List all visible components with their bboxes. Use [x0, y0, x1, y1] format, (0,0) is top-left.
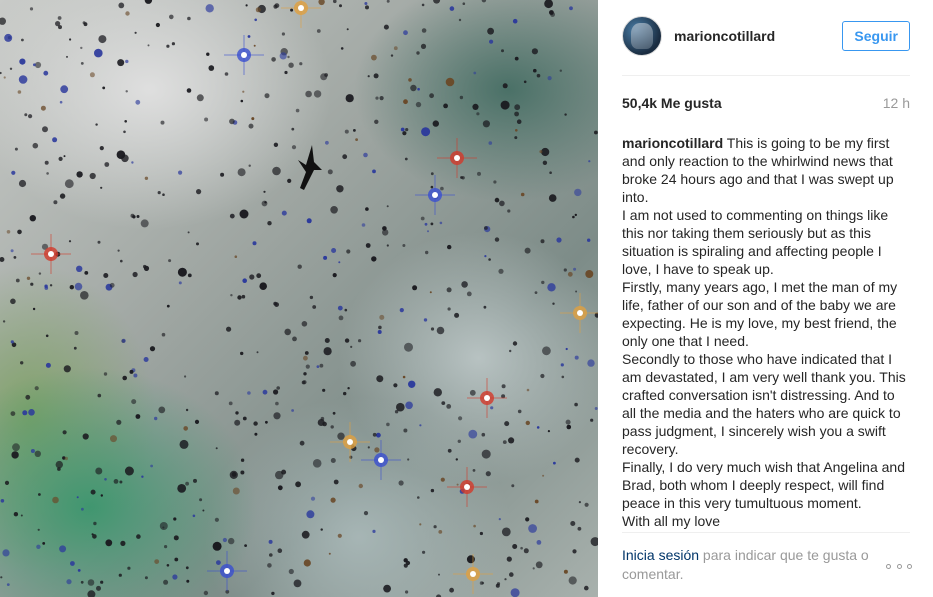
caption-paragraph: With all my love: [622, 513, 721, 529]
login-prompt: Inicia sesión para indicar que te gusta …: [622, 546, 882, 584]
caption: marioncotillard This is going to be my f…: [622, 134, 912, 530]
login-link[interactable]: Inicia sesión: [622, 547, 699, 563]
caption-divider: [622, 532, 910, 533]
bird-silhouette: [298, 145, 322, 190]
caption-paragraph: Finally, I do very much wish that Angeli…: [622, 459, 906, 511]
avatar[interactable]: [622, 16, 662, 56]
post-time[interactable]: 12 h: [883, 95, 910, 111]
follow-button[interactable]: Seguir: [842, 21, 910, 51]
likes-row: 50,4k Me gusta 12 h: [622, 95, 910, 111]
post-sidebar: marioncotillard Seguir 50,4k Me gusta 12…: [598, 0, 933, 597]
caption-paragraph: Secondly to those who have indicated tha…: [622, 351, 906, 457]
post-photo[interactable]: [0, 0, 598, 597]
header-divider: [622, 75, 910, 76]
caption-paragraph: marioncotillard This is going to be my f…: [622, 134, 912, 206]
post-header: marioncotillard Seguir: [622, 16, 910, 56]
caption-paragraph: I am not used to commenting on things li…: [622, 207, 889, 277]
star-field-image: [0, 0, 598, 597]
caption-username[interactable]: marioncotillard: [622, 135, 723, 151]
username[interactable]: marioncotillard: [674, 28, 775, 44]
caption-paragraph: Firstly, many years ago, I met the man o…: [622, 279, 898, 349]
likes-count[interactable]: 50,4k Me gusta: [622, 95, 722, 111]
instagram-post: marioncotillard Seguir 50,4k Me gusta 12…: [0, 0, 933, 597]
more-options-icon[interactable]: [886, 560, 912, 572]
